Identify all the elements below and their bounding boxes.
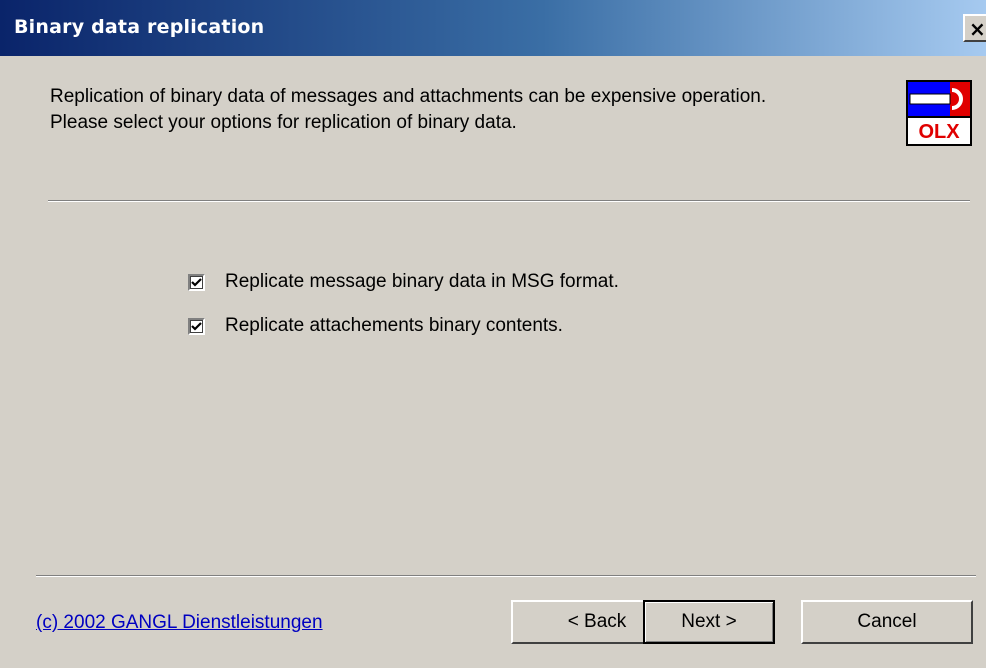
checkmark-icon bbox=[191, 277, 202, 287]
checkmark-icon bbox=[191, 321, 202, 331]
close-icon: × bbox=[969, 17, 986, 41]
description-line-2: Please select your options for replicati… bbox=[50, 112, 517, 133]
checkbox-replicate-attachments[interactable] bbox=[188, 317, 205, 335]
option-replicate-attachments[interactable]: Replicate attachements binary contents. bbox=[188, 313, 563, 339]
window-title: Binary data replication bbox=[14, 16, 265, 38]
svg-text:OLX: OLX bbox=[918, 121, 960, 143]
separator-top bbox=[48, 200, 970, 202]
option-label-replicate-attachments[interactable]: Replicate attachements binary contents. bbox=[225, 315, 563, 337]
next-button[interactable]: Next > bbox=[643, 600, 775, 644]
description-line-1: Replication of binary data of messages a… bbox=[50, 86, 767, 107]
copyright-link[interactable]: (c) 2002 GANGL Dienstleistungen bbox=[36, 612, 323, 634]
close-button[interactable]: × bbox=[963, 14, 986, 42]
olx-logo-icon: OLX bbox=[906, 80, 972, 146]
separator-bottom bbox=[36, 575, 976, 577]
cancel-button[interactable]: Cancel bbox=[801, 600, 973, 644]
title-bar: Binary data replication × bbox=[0, 0, 986, 56]
option-replicate-msg[interactable]: Replicate message binary data in MSG for… bbox=[188, 269, 619, 295]
option-label-replicate-msg[interactable]: Replicate message binary data in MSG for… bbox=[225, 271, 619, 293]
description: Replication of binary data of messages a… bbox=[50, 84, 880, 136]
checkbox-replicate-msg[interactable] bbox=[188, 273, 205, 291]
